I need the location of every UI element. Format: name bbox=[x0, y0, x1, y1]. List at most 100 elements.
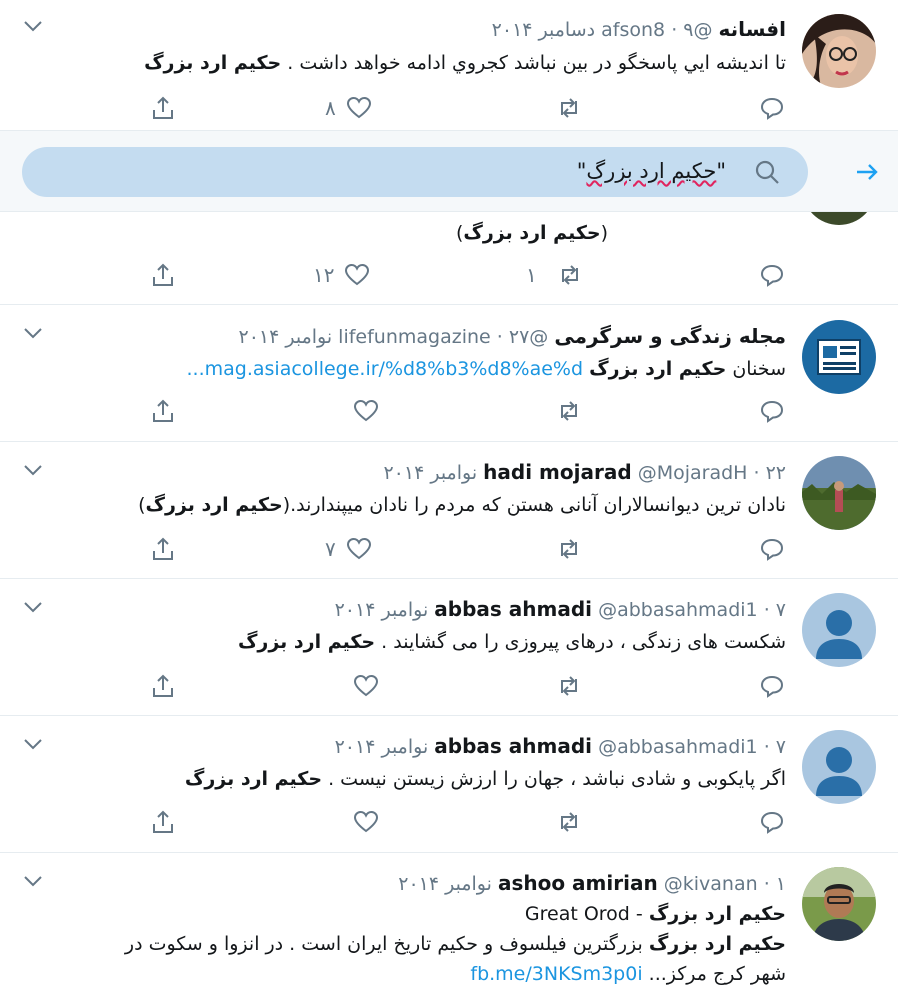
reply-button[interactable] bbox=[759, 396, 785, 426]
retweet-button[interactable] bbox=[556, 396, 582, 426]
user-handle[interactable]: @MojaradH bbox=[638, 462, 748, 484]
search-input[interactable]: "حکیم ارد بزرگ" bbox=[22, 147, 808, 197]
reply-button[interactable] bbox=[759, 260, 785, 290]
separator-dot: · bbox=[753, 462, 760, 484]
retweet-button[interactable] bbox=[556, 671, 582, 701]
text-segment: بزرگترین فیلسوف و حکیم تاریخ ایران است .… bbox=[124, 933, 649, 955]
like-button[interactable] bbox=[353, 807, 379, 837]
heart-icon bbox=[346, 96, 371, 119]
separator-dot: · bbox=[763, 873, 770, 895]
highlighted-term: حکیم ارد بزرگ bbox=[145, 494, 283, 516]
tweet-text-line-1: حکیم ارد بزرگ - Great Orod bbox=[525, 899, 786, 929]
tweet-lifefunmagazine[interactable]: مجله زندگی و سرگرمی @lifefunmagazine · ۲… bbox=[0, 305, 898, 442]
chevron-down-icon[interactable] bbox=[22, 325, 44, 341]
display-name[interactable]: مجله زندگی و سرگرمی bbox=[554, 324, 786, 348]
retweet-icon bbox=[561, 401, 577, 421]
chevron-down-icon[interactable] bbox=[22, 599, 44, 615]
tweet-header: مجله زندگی و سرگرمی @lifefunmagazine · ۲… bbox=[238, 323, 786, 350]
display-name[interactable]: ashoo amirian bbox=[498, 871, 658, 895]
retweet-button[interactable] bbox=[556, 807, 582, 837]
tweet-text-line-2: حکیم ارد بزرگ بزرگترین فیلسوف و حکیم تار… bbox=[125, 929, 786, 959]
share-icon bbox=[153, 399, 173, 422]
reply-icon bbox=[760, 400, 784, 423]
user-handle[interactable]: @kivanan bbox=[664, 873, 758, 895]
tweet-abbasahmadi1-a[interactable]: abbas ahmadi @abbasahmadi1 · ۷ نوامبر ۲۰… bbox=[0, 579, 898, 716]
share-button[interactable] bbox=[150, 807, 176, 837]
reply-button[interactable] bbox=[759, 93, 785, 123]
display-name[interactable]: hadi mojarad bbox=[483, 460, 631, 484]
highlighted-term: حکیم ارد بزرگ bbox=[144, 52, 282, 74]
reply-button[interactable] bbox=[759, 671, 785, 701]
text-segment: تا اندیشه ايي پاسخگو در بین نباشد کجروي … bbox=[281, 52, 786, 74]
tweet-text: اگر پایکوبی و شادی نباشد ، جهان را ارزش … bbox=[185, 764, 786, 794]
share-button[interactable] bbox=[150, 93, 176, 123]
heart-icon bbox=[346, 537, 371, 560]
user-handle[interactable]: @afson8 bbox=[601, 19, 712, 41]
tweet-text: نادان ترین دیوانسالاران آنانی هستن که مر… bbox=[138, 490, 786, 520]
avatar[interactable] bbox=[802, 593, 876, 667]
tweet-abbasahmadi1-b[interactable]: abbas ahmadi @abbasahmadi1 · ۷ نوامبر ۲۰… bbox=[0, 716, 898, 853]
separator-dot: · bbox=[763, 599, 770, 621]
separator-dot: · bbox=[671, 19, 678, 41]
tweet-header: افسانه @afson8 · ۹ دسامبر ۲۰۱۴ bbox=[492, 16, 786, 43]
text-segment: نادان ترین دیوانسالاران آنانی هستن که مر… bbox=[282, 494, 786, 516]
user-handle[interactable]: @abbasahmadi1 bbox=[598, 736, 758, 758]
user-handle[interactable]: @abbasahmadi1 bbox=[598, 599, 758, 621]
tweet-mojaradh[interactable]: hadi mojarad @MojaradH · ۲۲ نوامبر ۲۰۱۴ … bbox=[0, 442, 898, 579]
query-text: حکیم ارد بزرگ bbox=[586, 159, 717, 183]
avatar[interactable] bbox=[802, 867, 876, 941]
share-icon bbox=[153, 263, 173, 286]
tweet-text: سخنان حکیم ارد بزرگ mag.asiacollege.ir/%… bbox=[187, 354, 787, 384]
highlighted-term: حکیم ارد بزرگ bbox=[648, 903, 786, 925]
like-button[interactable] bbox=[353, 396, 379, 426]
like-count: ۷ bbox=[325, 537, 336, 561]
query-quote: " bbox=[576, 159, 587, 183]
heart-icon bbox=[353, 399, 379, 422]
retweet-icon bbox=[561, 265, 578, 285]
search-query[interactable]: "حکیم ارد بزرگ" bbox=[577, 159, 726, 183]
like-button[interactable]: ۸ bbox=[325, 93, 372, 123]
retweet-button[interactable]: ۱ bbox=[526, 260, 583, 290]
text-segment: ( bbox=[600, 222, 608, 244]
retweet-icon bbox=[561, 539, 577, 559]
tweet-link[interactable]: mag.asiacollege.ir/%d8%b3%d8%ae%d... bbox=[187, 358, 584, 380]
avatar[interactable] bbox=[802, 14, 876, 88]
tweet-header: abbas ahmadi @abbasahmadi1 · ۷ نوامبر ۲۰… bbox=[335, 596, 786, 623]
like-button[interactable]: ۷ bbox=[325, 534, 372, 564]
tweet-kivanan[interactable]: ashoo amirian @kivanan · ۱ نوامبر ۲۰۱۴ ح… bbox=[0, 853, 898, 1000]
share-button[interactable] bbox=[150, 671, 176, 701]
search-icon[interactable] bbox=[754, 159, 780, 185]
arrow-right-icon[interactable] bbox=[854, 159, 880, 185]
reply-button[interactable] bbox=[759, 534, 785, 564]
highlighted-term: حکیم ارد بزرگ bbox=[589, 358, 727, 380]
like-count: ۱۲ bbox=[313, 263, 335, 287]
query-quote: " bbox=[716, 159, 726, 183]
reply-button[interactable] bbox=[759, 807, 785, 837]
chevron-down-icon[interactable] bbox=[22, 462, 44, 478]
tweet-text: شکست های زندگی ، درهای پیروزی را می گشای… bbox=[238, 627, 786, 657]
avatar[interactable] bbox=[802, 320, 876, 394]
retweet-button[interactable] bbox=[556, 534, 582, 564]
share-button[interactable] bbox=[150, 260, 176, 290]
avatar[interactable] bbox=[802, 456, 876, 530]
display-name[interactable]: افسانه bbox=[719, 17, 786, 41]
tweet-link[interactable]: fb.me/3NKSm3p0i bbox=[470, 963, 642, 985]
like-button[interactable]: ۱۲ bbox=[313, 260, 370, 290]
tweet-text: تا اندیشه ايي پاسخگو در بین نباشد کجروي … bbox=[144, 48, 786, 78]
reply-icon bbox=[760, 97, 784, 120]
chevron-down-icon[interactable] bbox=[22, 18, 44, 34]
retweet-button[interactable] bbox=[556, 93, 602, 123]
tweet-afson8[interactable]: افسانه @afson8 · ۹ دسامبر ۲۰۱۴ تا اندیشه… bbox=[0, 0, 898, 131]
highlighted-term: حکیم ارد بزرگ bbox=[237, 631, 376, 653]
tweet-header: hadi mojarad @MojaradH · ۲۲ نوامبر ۲۰۱۴ bbox=[383, 459, 786, 486]
display-name[interactable]: abbas ahmadi bbox=[434, 734, 592, 758]
share-icon bbox=[153, 537, 173, 560]
like-button[interactable] bbox=[353, 671, 379, 701]
share-button[interactable] bbox=[150, 396, 176, 426]
share-icon bbox=[153, 810, 173, 833]
chevron-down-icon[interactable] bbox=[22, 736, 44, 752]
share-button[interactable] bbox=[150, 534, 176, 564]
chevron-down-icon[interactable] bbox=[22, 873, 44, 889]
display-name[interactable]: abbas ahmadi bbox=[434, 597, 592, 621]
avatar[interactable] bbox=[802, 730, 876, 804]
